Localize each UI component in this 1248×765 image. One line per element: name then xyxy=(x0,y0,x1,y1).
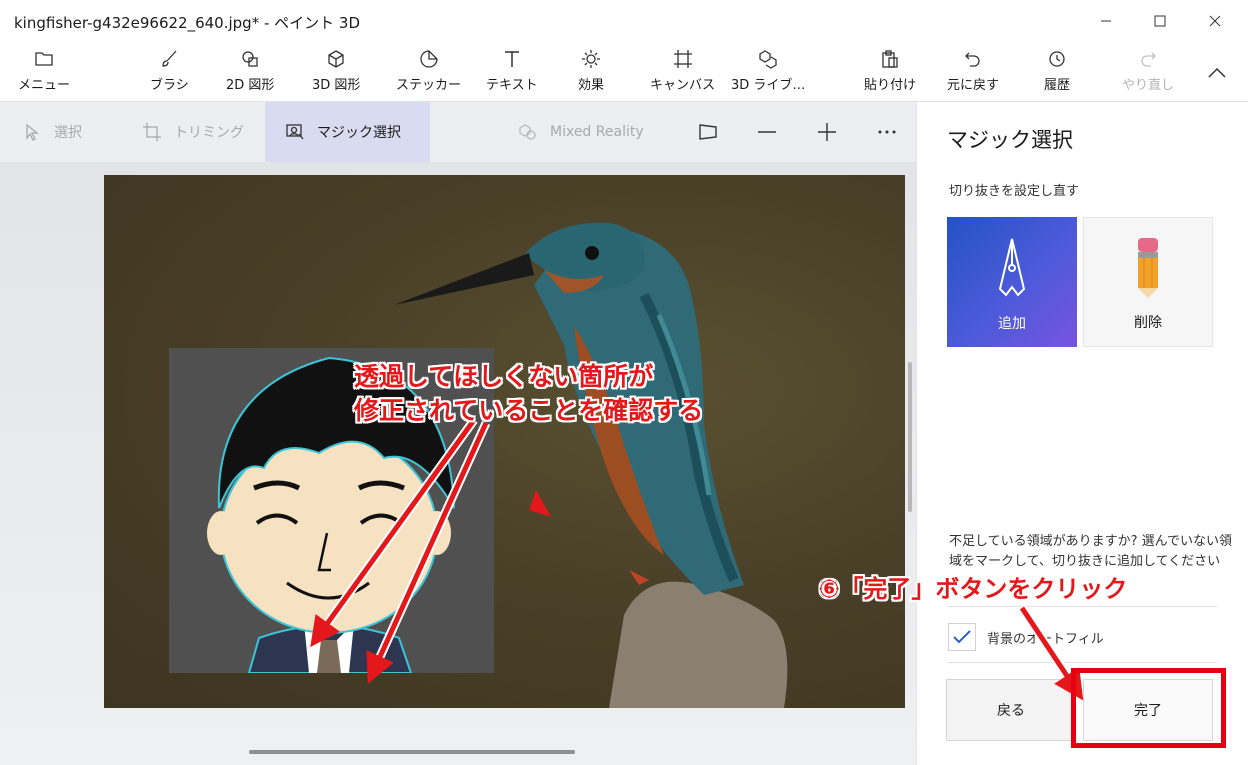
plus-icon xyxy=(818,123,836,141)
text-label: テキスト xyxy=(486,78,538,93)
collapse-toolbar-button[interactable] xyxy=(1200,58,1234,88)
effects-label: 効果 xyxy=(578,78,605,93)
eraser-icon xyxy=(1138,238,1158,298)
close-icon xyxy=(1209,15,1221,27)
shapes-3d-label: 3D 図形 xyxy=(312,78,361,93)
crop-icon xyxy=(143,123,161,141)
brush-icon xyxy=(162,50,177,67)
text-tool[interactable]: テキスト xyxy=(486,48,538,98)
maximize-icon xyxy=(1154,15,1166,27)
crop-label: トリミング xyxy=(174,125,244,141)
brush-label: ブラシ xyxy=(150,78,189,93)
add-mode-button[interactable]: 追加 xyxy=(947,217,1077,347)
maximize-button[interactable] xyxy=(1135,0,1185,42)
minimize-icon xyxy=(1101,20,1111,22)
back-button[interactable]: 戻る xyxy=(946,679,1076,741)
remove-mode-button[interactable]: 削除 xyxy=(1083,217,1213,347)
remove-mode-label: 削除 xyxy=(1134,315,1162,331)
canvas-tool[interactable]: キャンバス xyxy=(650,48,715,98)
sun-icon xyxy=(582,50,600,68)
history-label: 履歴 xyxy=(1044,78,1071,93)
paste-label: 貼り付け xyxy=(864,78,917,93)
minus-icon xyxy=(758,131,776,133)
folder-icon xyxy=(35,52,53,66)
magic-select-icon xyxy=(286,124,304,140)
vertical-scrollbar[interactable] xyxy=(908,362,912,512)
undo-button[interactable]: 元に戻す xyxy=(947,48,999,98)
mixed-reality-icon xyxy=(519,124,536,140)
close-button[interactable] xyxy=(1190,0,1240,42)
panel-divider xyxy=(947,606,1217,607)
shapes-3d-tool[interactable]: 3D 図形 xyxy=(312,48,360,98)
shapes-2d-label: 2D 図形 xyxy=(226,78,275,93)
annotation-callout-line1: 透過してほしくない箇所が xyxy=(354,362,654,391)
text-icon xyxy=(504,51,519,67)
workspace: 透過してほしくない箇所が 修正されていることを確認する xyxy=(0,162,916,765)
mixed-reality-label: Mixed Reality xyxy=(550,124,644,140)
panel-subtitle: 切り抜きを設定し直す xyxy=(949,184,1080,199)
crop-tool[interactable]: トリミング xyxy=(142,102,262,162)
select-tool[interactable]: 選択 xyxy=(22,102,122,162)
effects-tool[interactable]: 効果 xyxy=(578,48,604,98)
flag-view-icon xyxy=(699,124,717,140)
title-bar: kingfisher-g432e96622_640.jpg* - ペイント 3D xyxy=(0,0,1248,42)
sticker-icon xyxy=(419,50,438,68)
checkmark-icon xyxy=(953,630,971,644)
ellipsis-icon xyxy=(878,130,896,134)
cube-icon xyxy=(328,50,344,68)
redo-icon xyxy=(1141,52,1156,67)
pointer-icon xyxy=(26,123,39,141)
zoom-out-button[interactable] xyxy=(752,117,782,147)
horizontal-scrollbar[interactable] xyxy=(249,750,575,754)
panel-help-text: 不足している領域がありますか? 選んでいない領域をマークして、切り抜きに追加して… xyxy=(949,534,1232,569)
main-toolbar: メニュー ブラシ 2D 図形 3D 図形 ステッカー テキスト 効果 キャンバス… xyxy=(0,42,1248,102)
library-3d-icon xyxy=(759,50,777,69)
menu-label: メニュー xyxy=(18,78,71,93)
sub-toolbar: 選択 トリミング マジック選択 Mixed Reality xyxy=(0,102,916,162)
panel-title: マジック選択 xyxy=(947,128,1073,152)
view-toggle-button[interactable] xyxy=(693,117,723,147)
magic-select-label: マジック選択 xyxy=(317,125,401,141)
magic-select-panel: マジック選択 切り抜きを設定し直す 追加 削除 不足している領域がありますか? … xyxy=(916,102,1248,765)
add-mode-label: 追加 xyxy=(998,316,1026,332)
sticker-tool[interactable]: ステッカー xyxy=(396,48,461,98)
paste-button[interactable]: 貼り付け xyxy=(864,48,916,98)
shapes-2d-tool[interactable]: 2D 図形 xyxy=(226,48,274,98)
clipboard-icon xyxy=(882,50,898,68)
brush-tool[interactable]: ブラシ xyxy=(150,48,189,98)
sticker-label: ステッカー xyxy=(396,78,462,93)
minimize-button[interactable] xyxy=(1081,0,1131,42)
pen-icon xyxy=(998,238,1026,297)
zoom-in-button[interactable] xyxy=(812,117,842,147)
magic-select-tool[interactable]: マジック選択 xyxy=(265,102,430,162)
menu-button[interactable]: メニュー xyxy=(18,48,70,98)
annotation-arrows xyxy=(310,417,551,684)
canvas-label: キャンバス xyxy=(650,78,716,93)
mixed-reality-button[interactable]: Mixed Reality xyxy=(518,102,668,162)
library-3d-label: 3D ライブ… xyxy=(731,78,806,93)
history-icon xyxy=(1049,51,1065,67)
undo-icon xyxy=(965,52,980,67)
library-3d-tool[interactable]: 3D ライブ… xyxy=(731,48,805,98)
image-canvas[interactable]: 透過してほしくない箇所が 修正されていることを確認する xyxy=(104,175,905,708)
window-title: kingfisher-g432e96622_640.jpg* - ペイント 3D xyxy=(14,14,361,32)
redo-label: やり直し xyxy=(1122,78,1175,93)
done-button-highlight xyxy=(1071,668,1226,748)
more-options-button[interactable] xyxy=(872,117,902,147)
redo-button[interactable]: やり直し xyxy=(1122,48,1174,98)
undo-label: 元に戻す xyxy=(947,78,1000,93)
shapes-2d-icon xyxy=(242,51,258,67)
canvas-icon xyxy=(673,50,692,68)
chevron-up-icon xyxy=(1208,67,1226,78)
select-label: 選択 xyxy=(54,125,82,141)
panel-divider-2 xyxy=(947,662,1217,663)
step-annotation: ⑥「完了」ボタンをクリック xyxy=(819,575,1128,603)
autofill-label: 背景のオートフィル xyxy=(987,632,1104,647)
history-button[interactable]: 履歴 xyxy=(1044,48,1070,98)
annotation-callout-line2: 修正されていることを確認する xyxy=(354,396,704,425)
autofill-checkbox[interactable] xyxy=(948,623,976,651)
